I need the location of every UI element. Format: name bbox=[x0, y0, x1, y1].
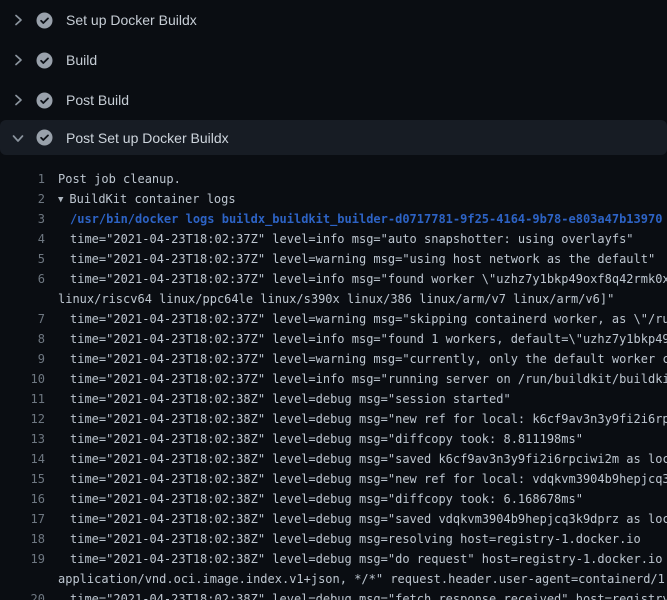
log-row: 15time="2021-04-23T18:02:38Z" level=debu… bbox=[0, 469, 667, 489]
line-number-link[interactable]: 7 bbox=[0, 309, 45, 329]
line-number-link[interactable]: 18 bbox=[0, 529, 45, 549]
log-text: time="2021-04-23T18:02:38Z" level=debug … bbox=[45, 509, 667, 529]
line-number-link[interactable]: 17 bbox=[0, 509, 45, 529]
log-row: 1Post job cleanup. bbox=[0, 169, 667, 189]
log-row: 14time="2021-04-23T18:02:38Z" level=debu… bbox=[0, 449, 667, 469]
line-number-link[interactable]: 15 bbox=[0, 469, 45, 489]
step-row-post-setup-docker-buildx-expanded[interactable]: Post Set up Docker Buildx bbox=[0, 120, 667, 155]
line-number-link[interactable]: 6 bbox=[0, 269, 45, 289]
line-number-link[interactable]: 8 bbox=[0, 329, 45, 349]
log-text: time="2021-04-23T18:02:38Z" level=debug … bbox=[45, 449, 667, 469]
step-title: Build bbox=[66, 52, 97, 68]
line-number-link[interactable]: 2 bbox=[0, 189, 45, 209]
log-row: 12time="2021-04-23T18:02:38Z" level=debu… bbox=[0, 409, 667, 429]
chevron-down-icon bbox=[10, 130, 26, 146]
steps-list: Set up Docker Buildx Build Post Build bbox=[0, 0, 667, 155]
group-expanded-icon: ▼ bbox=[58, 190, 63, 210]
command-text: /usr/bin/docker logs buildx_buildkit_bui… bbox=[45, 209, 662, 229]
log-row: 9time="2021-04-23T18:02:37Z" level=warni… bbox=[0, 349, 667, 369]
line-number-link[interactable]: 3 bbox=[0, 209, 45, 229]
log-row: 13time="2021-04-23T18:02:38Z" level=debu… bbox=[0, 429, 667, 449]
log-row: 19time="2021-04-23T18:02:38Z" level=debu… bbox=[0, 549, 667, 569]
log-text: time="2021-04-23T18:02:38Z" level=debug … bbox=[45, 409, 667, 429]
line-number-link[interactable]: 19 bbox=[0, 549, 45, 569]
step-title: Post Build bbox=[66, 92, 129, 108]
line-number-link[interactable]: 1 bbox=[0, 169, 45, 189]
log-text: time="2021-04-23T18:02:38Z" level=debug … bbox=[45, 589, 667, 600]
log-group-toggle[interactable]: ▼ BuildKit container logs bbox=[45, 189, 236, 209]
log-row: 20time="2021-04-23T18:02:38Z" level=debu… bbox=[0, 589, 667, 600]
check-circle-icon bbox=[36, 52, 53, 69]
log-text: application/vnd.oci.image.index.v1+json,… bbox=[45, 569, 667, 589]
check-circle-icon bbox=[36, 12, 53, 29]
line-number-link[interactable]: 10 bbox=[0, 369, 45, 389]
chevron-right-icon bbox=[10, 12, 26, 28]
log-row: 18time="2021-04-23T18:02:38Z" level=debu… bbox=[0, 529, 667, 549]
line-number-link[interactable]: 9 bbox=[0, 349, 45, 369]
log-text: time="2021-04-23T18:02:38Z" level=debug … bbox=[45, 429, 583, 449]
log-row: 2 ▼ BuildKit container logs bbox=[0, 189, 667, 209]
step-title: Post Set up Docker Buildx bbox=[66, 130, 229, 146]
log-row: 6time="2021-04-23T18:02:37Z" level=info … bbox=[0, 269, 667, 289]
group-title: BuildKit container logs bbox=[69, 192, 235, 206]
log-row: 17time="2021-04-23T18:02:38Z" level=debu… bbox=[0, 509, 667, 529]
log-text: time="2021-04-23T18:02:37Z" level=warnin… bbox=[45, 309, 667, 329]
workflow-job-log-panel: Set up Docker Buildx Build Post Build bbox=[0, 0, 667, 600]
log-text: linux/riscv64 linux/ppc64le linux/s390x … bbox=[45, 289, 614, 309]
step-row-setup-docker-buildx[interactable]: Set up Docker Buildx bbox=[0, 0, 667, 40]
check-circle-icon bbox=[36, 92, 53, 109]
log-text: time="2021-04-23T18:02:37Z" level=warnin… bbox=[45, 349, 667, 369]
log-row: 16time="2021-04-23T18:02:38Z" level=debu… bbox=[0, 489, 667, 509]
log-row: 10time="2021-04-23T18:02:37Z" level=info… bbox=[0, 369, 667, 389]
line-number-link[interactable]: 12 bbox=[0, 409, 45, 429]
log-row: 8time="2021-04-23T18:02:37Z" level=info … bbox=[0, 329, 667, 349]
log-text: time="2021-04-23T18:02:37Z" level=info m… bbox=[45, 229, 634, 249]
line-number-link[interactable]: 11 bbox=[0, 389, 45, 409]
log-text: time="2021-04-23T18:02:37Z" level=info m… bbox=[45, 269, 667, 289]
log-text: Post job cleanup. bbox=[45, 169, 181, 189]
log-text: time="2021-04-23T18:02:37Z" level=info m… bbox=[45, 369, 667, 389]
check-circle-icon bbox=[36, 129, 53, 146]
log-text: time="2021-04-23T18:02:38Z" level=debug … bbox=[45, 469, 667, 489]
log-text: time="2021-04-23T18:02:38Z" level=debug … bbox=[45, 489, 583, 509]
log-text: time="2021-04-23T18:02:38Z" level=debug … bbox=[45, 549, 667, 569]
log-row: 5time="2021-04-23T18:02:37Z" level=warni… bbox=[0, 249, 667, 269]
log-row: 11time="2021-04-23T18:02:38Z" level=debu… bbox=[0, 389, 667, 409]
step-title: Set up Docker Buildx bbox=[66, 12, 197, 28]
line-number-link[interactable]: 16 bbox=[0, 489, 45, 509]
log-text: time="2021-04-23T18:02:38Z" level=debug … bbox=[45, 529, 641, 549]
line-number-link[interactable]: 13 bbox=[0, 429, 45, 449]
log-row: 7time="2021-04-23T18:02:37Z" level=warni… bbox=[0, 309, 667, 329]
log-text: time="2021-04-23T18:02:37Z" level=warnin… bbox=[45, 249, 655, 269]
log-output: 1Post job cleanup.2 ▼ BuildKit container l… bbox=[0, 155, 667, 600]
line-number-blank bbox=[0, 289, 45, 309]
log-row: application/vnd.oci.image.index.v1+json,… bbox=[0, 569, 667, 589]
step-row-post-build[interactable]: Post Build bbox=[0, 80, 667, 120]
line-number-link[interactable]: 20 bbox=[0, 589, 45, 600]
line-number-blank bbox=[0, 569, 45, 589]
step-row-build[interactable]: Build bbox=[0, 40, 667, 80]
line-number-link[interactable]: 14 bbox=[0, 449, 45, 469]
log-row: 4time="2021-04-23T18:02:37Z" level=info … bbox=[0, 229, 667, 249]
chevron-right-icon bbox=[10, 52, 26, 68]
chevron-right-icon bbox=[10, 92, 26, 108]
log-text: time="2021-04-23T18:02:38Z" level=debug … bbox=[45, 389, 511, 409]
log-text: time="2021-04-23T18:02:37Z" level=info m… bbox=[45, 329, 667, 349]
line-number-link[interactable]: 4 bbox=[0, 229, 45, 249]
line-number-link[interactable]: 5 bbox=[0, 249, 45, 269]
log-row: 3/usr/bin/docker logs buildx_buildkit_bu… bbox=[0, 209, 667, 229]
log-row: linux/riscv64 linux/ppc64le linux/s390x … bbox=[0, 289, 667, 309]
